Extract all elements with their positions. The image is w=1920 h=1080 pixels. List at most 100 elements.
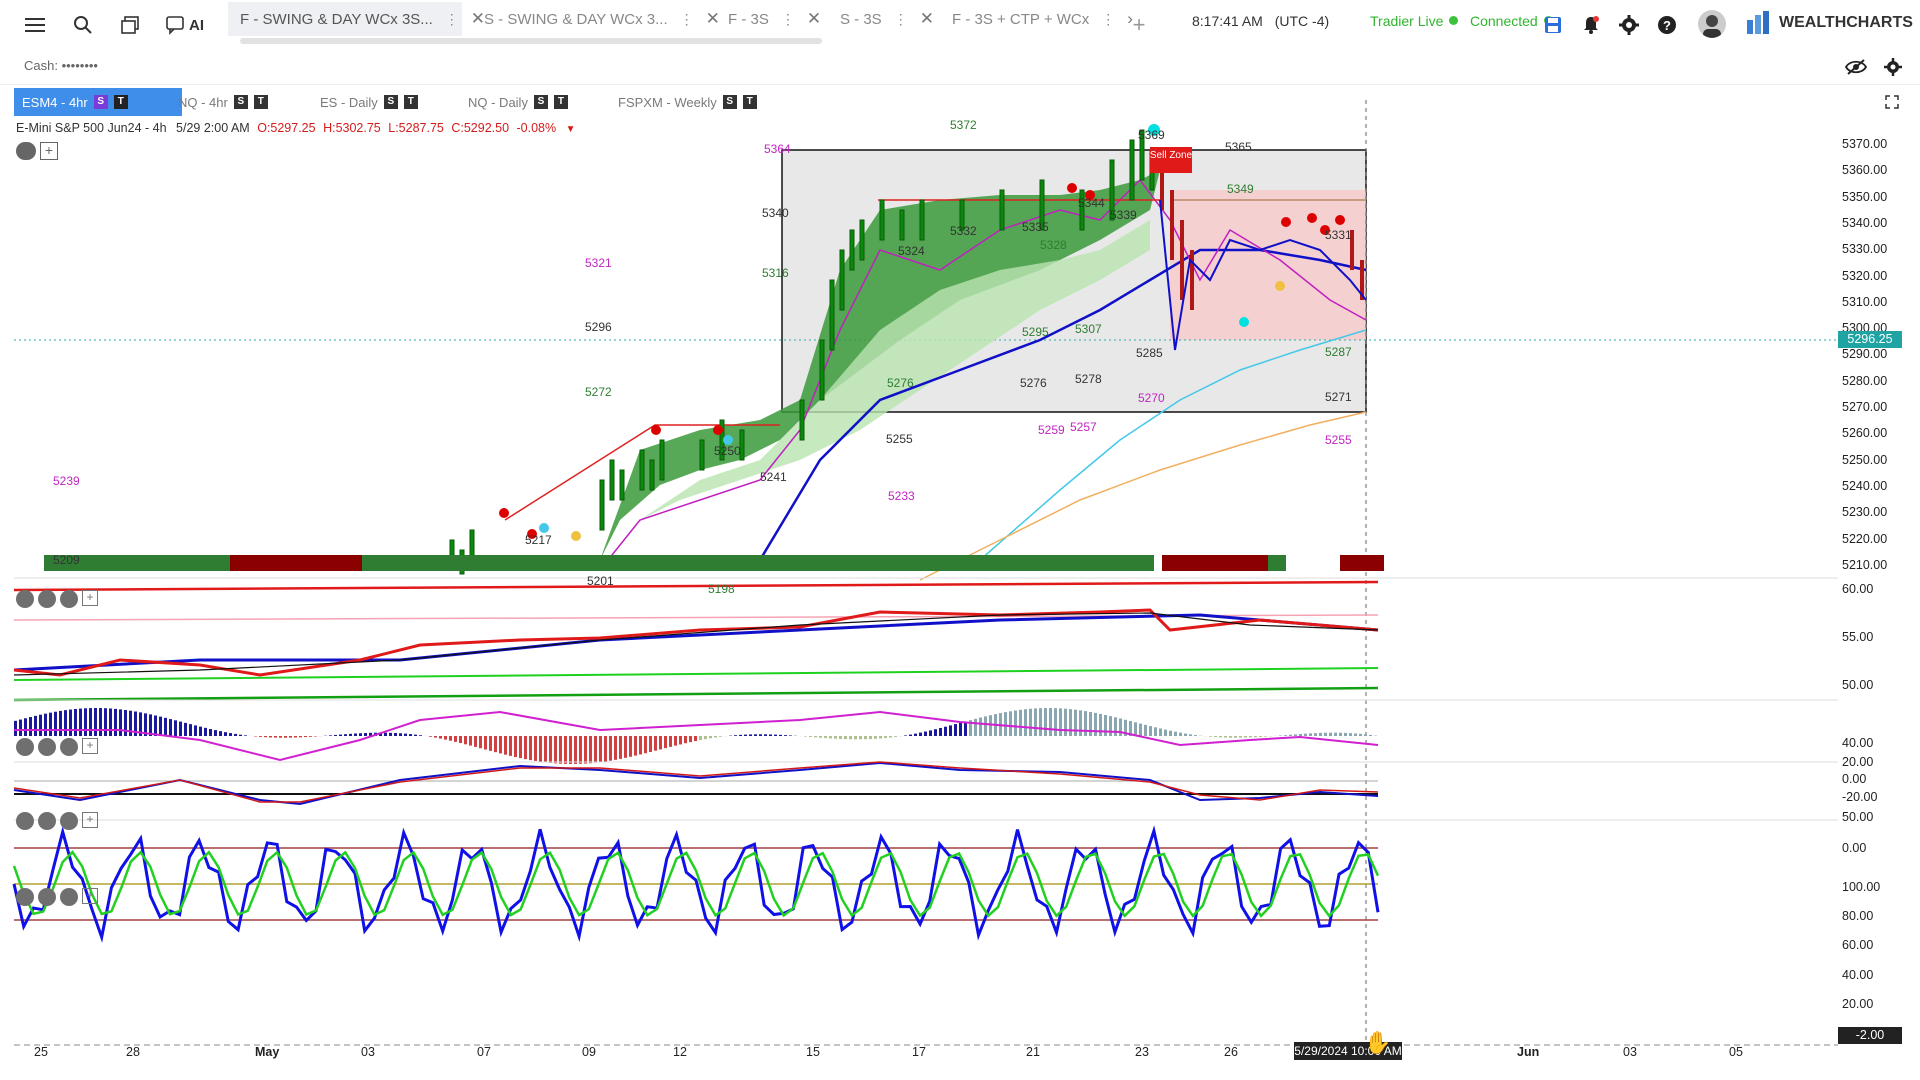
histogram-bar <box>1019 709 1022 736</box>
histogram-bar <box>759 734 762 736</box>
close-icon[interactable]: ✕ <box>920 9 934 29</box>
histogram-bar <box>1329 732 1332 736</box>
histogram-bar <box>364 732 367 736</box>
move-down-icon[interactable] <box>38 888 56 906</box>
histogram-bar <box>989 715 992 736</box>
search-icon[interactable] <box>70 12 96 38</box>
histogram-bar <box>29 717 32 736</box>
close-icon[interactable]: ✕ <box>807 9 821 29</box>
hide-icon[interactable] <box>16 888 34 906</box>
level-label: 5285 <box>1136 346 1163 360</box>
histogram-bar <box>949 725 952 736</box>
histogram-bar <box>1059 708 1062 736</box>
indicator-tick: 50.00 <box>1842 678 1874 692</box>
indicator-tick: 0.00 <box>1842 841 1867 855</box>
more-vert-icon[interactable]: ⋮ <box>894 11 908 28</box>
histogram-bar <box>824 736 827 739</box>
level-label: 5287 <box>1325 345 1352 359</box>
histogram-bar <box>554 736 557 764</box>
histogram-bar <box>839 736 842 739</box>
tab-layout-4[interactable]: S - 3S ⋮ ✕ <box>828 2 934 36</box>
histogram-bar <box>1324 732 1327 736</box>
level-label: 5364 <box>764 142 791 156</box>
menu-icon[interactable] <box>22 12 48 38</box>
add-indicator-icon[interactable]: + <box>82 590 98 606</box>
move-up-icon[interactable] <box>60 590 78 608</box>
bell-icon[interactable] <box>1578 12 1604 38</box>
histogram-bar <box>1144 724 1147 736</box>
add-tab-icon[interactable]: + <box>1126 12 1152 38</box>
histogram-bar <box>1069 709 1072 736</box>
move-down-icon[interactable] <box>38 738 56 756</box>
indicator-tick: 100.00 <box>1842 880 1881 894</box>
histogram-bar <box>304 736 307 738</box>
more-vert-icon[interactable]: ⋮ <box>445 11 459 28</box>
eye-off-icon[interactable] <box>1843 54 1869 80</box>
broker-status[interactable]: Tradier Live <box>1370 13 1459 29</box>
more-vert-icon[interactable]: ⋮ <box>680 11 694 28</box>
price-chart[interactable]: Sell Zone <box>0 100 1920 1080</box>
histogram-bar <box>199 726 202 736</box>
add-indicator-icon[interactable]: + <box>82 888 98 904</box>
layouts-icon[interactable] <box>117 12 143 38</box>
level-label: 5239 <box>53 474 80 488</box>
move-up-icon[interactable] <box>60 738 78 756</box>
level-label: 5372 <box>950 118 977 132</box>
histogram-bar <box>509 736 512 756</box>
add-indicator-icon[interactable]: + <box>82 738 98 754</box>
histogram-bar <box>1049 708 1052 736</box>
histogram-bar <box>789 735 792 736</box>
indicator-tick: -20.00 <box>1842 790 1878 804</box>
histogram-bar <box>954 724 957 736</box>
histogram-bar <box>849 736 852 740</box>
histogram-bar <box>1104 714 1107 736</box>
histogram-bar <box>49 712 52 736</box>
histogram-bar <box>1359 733 1362 736</box>
gear-icon[interactable] <box>1616 12 1642 38</box>
histogram-bar <box>449 736 452 741</box>
histogram-bar <box>1304 733 1307 736</box>
tab-layout-3[interactable]: F - 3S ⋮ ✕ <box>716 2 821 36</box>
histogram-bar <box>559 736 562 764</box>
save-icon[interactable] <box>1540 12 1566 38</box>
histogram-bar <box>114 708 117 736</box>
histogram-bar <box>1289 734 1292 736</box>
histogram-bar <box>1284 735 1287 736</box>
move-down-icon[interactable] <box>38 812 56 830</box>
tab-layout-5[interactable]: F - 3S + CTP + WCx ⋮ › <box>940 2 1133 36</box>
help-icon[interactable]: ? <box>1654 12 1680 38</box>
tab-scrollbar[interactable] <box>240 38 822 44</box>
hide-icon[interactable] <box>16 590 34 608</box>
add-indicator-icon[interactable]: + <box>82 812 98 828</box>
avatar[interactable] <box>1698 10 1726 38</box>
histogram-bar <box>1089 711 1092 736</box>
histogram-bar <box>219 731 222 736</box>
histogram-bar <box>1139 723 1142 736</box>
settings-icon[interactable] <box>1880 54 1906 80</box>
tab-layout-1[interactable]: F - SWING & DAY WCx 3S... ⋮ ✕ <box>228 2 485 36</box>
histogram-bar <box>414 734 417 736</box>
tab-label: F - 3S + CTP + WCx <box>952 10 1090 28</box>
histogram-bar <box>659 736 662 750</box>
hide-icon[interactable] <box>16 812 34 830</box>
level-label: 5339 <box>1110 208 1137 222</box>
histogram-bar <box>1354 733 1357 736</box>
ai-assistant-button[interactable]: AI <box>165 12 205 38</box>
cash-balance: Cash: •••••••• <box>24 58 98 73</box>
hide-icon[interactable] <box>16 738 34 756</box>
move-up-icon[interactable] <box>60 888 78 906</box>
regime-bar <box>44 555 1384 571</box>
histogram-bar <box>1224 736 1227 738</box>
histogram-bar <box>1099 713 1102 736</box>
histogram-bar <box>1179 732 1182 736</box>
pane-controls: + <box>16 888 98 906</box>
more-vert-icon[interactable]: ⋮ <box>781 11 795 28</box>
move-up-icon[interactable] <box>60 812 78 830</box>
histogram-bar <box>1109 716 1112 736</box>
histogram-bar <box>489 736 492 751</box>
more-vert-icon[interactable]: ⋮ <box>1101 11 1115 28</box>
tab-layout-2[interactable]: S - SWING & DAY WCx 3... ⋮ ✕ <box>472 2 720 36</box>
histogram-bar <box>64 710 67 736</box>
histogram-bar <box>984 716 987 736</box>
move-down-icon[interactable] <box>38 590 56 608</box>
